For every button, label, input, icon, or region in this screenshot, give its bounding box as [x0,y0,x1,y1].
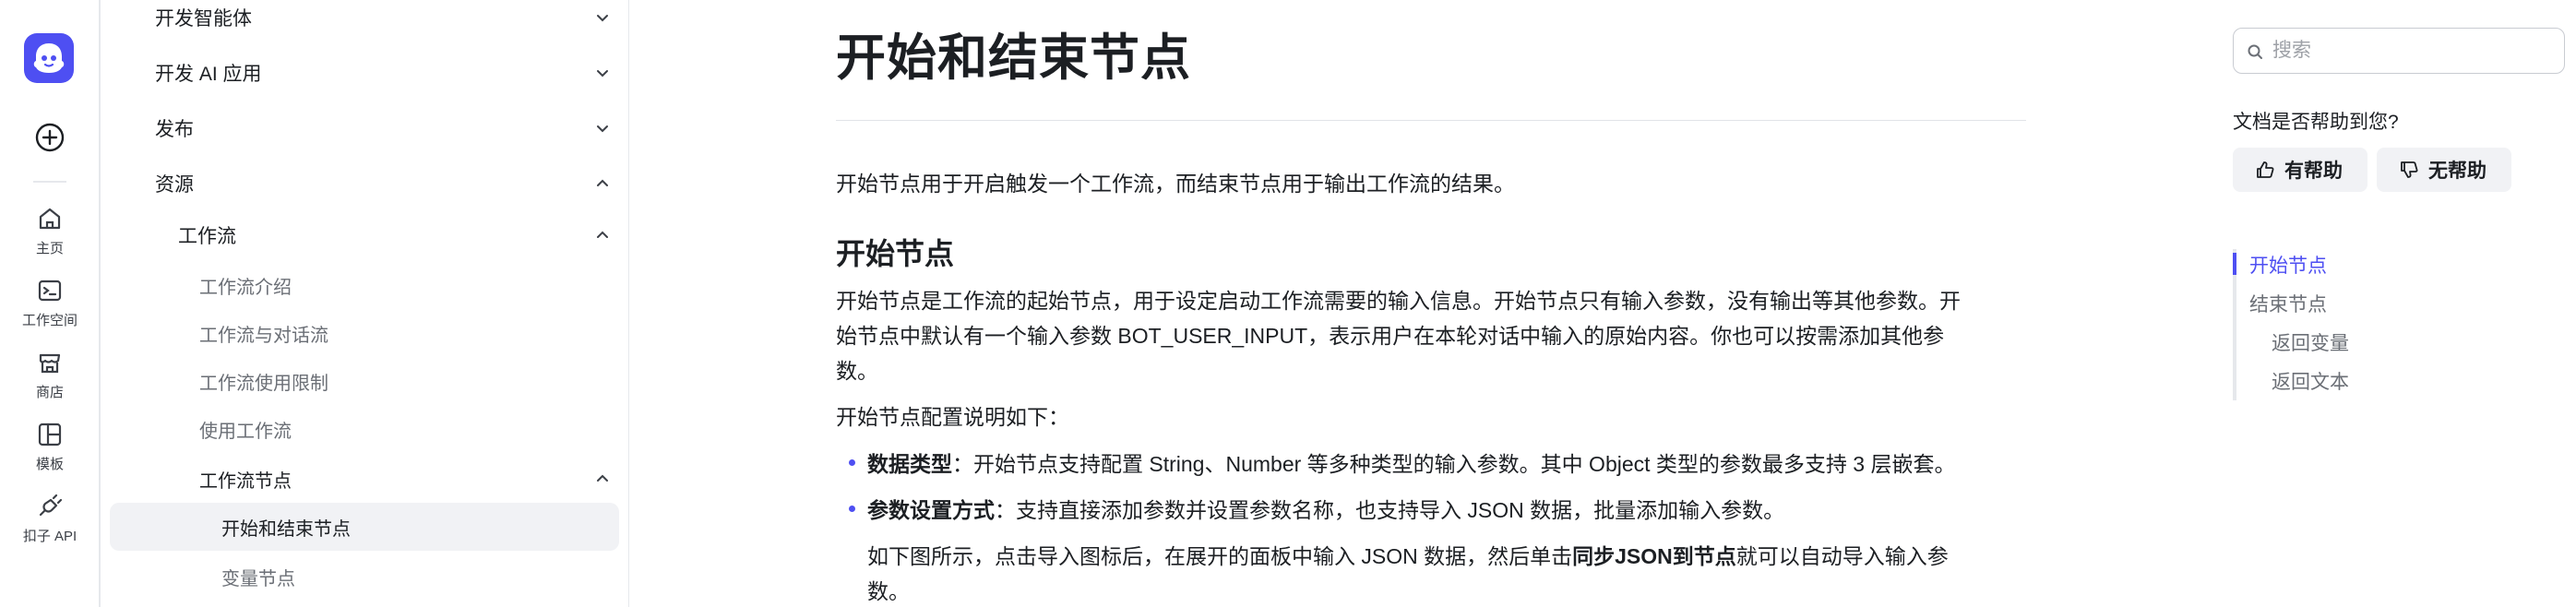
section-paragraph-line: 开始节点是工作流的起始节点，用于设定启动工作流需要的输入信息。开始节点只有输入参… [836,289,1961,313]
nav-item-workflow-intro[interactable]: 工作流介绍 [101,261,630,309]
api-icon [39,494,63,517]
toc-item-end-node[interactable]: 结束节点 [2249,290,2327,317]
rail-item-template[interactable]: 模板 [0,421,100,485]
section-heading: 开始节点 [836,237,955,270]
home-icon [39,208,61,230]
nav-item-start-end-node[interactable]: 开始和结束节点 [110,503,619,551]
intro-paragraph: 开始节点用于开启触发一个工作流，而结束节点用于输出工作流的结果。 [836,172,1515,196]
helpful-question: 文档是否帮助到您? [2233,112,2399,133]
nav-item-label: 工作流使用限制 [199,373,328,394]
nav-item-label: 开发智能体 [155,8,252,30]
rail-item-workspace[interactable]: 工作空间 [0,277,100,341]
bullet-dot [849,459,855,466]
store-icon [39,353,61,374]
create-plus-icon[interactable] [34,122,66,153]
bullet-item: 数据类型：开始节点支持配置 String、Number 等多种类型的输入参数。其… [867,446,1956,482]
search-box[interactable] [2233,28,2565,74]
nav-item-use-workflow[interactable]: 使用工作流 [101,405,630,453]
rail-item-label: 扣子 API [22,529,78,544]
nav-item-label: 开始和结束节点 [221,518,351,540]
bullet-item: 参数设置方式：支持直接添加参数并设置参数名称，也支持导入 JSON 数据，批量添… [867,493,1784,528]
chevron-down-icon [597,15,608,22]
helpful-no-label: 无帮助 [2428,161,2487,182]
bullet-dot [849,506,855,512]
docs-sidebar-nav: 开发智能体 开发 AI 应用 发布 资源 工作流 工作流介绍 工作流与对话流 工… [100,0,629,607]
section-paragraph-line: 数。 [836,359,878,383]
rail-item-api[interactable]: 扣子 API [0,493,100,557]
coze-logo-icon[interactable] [24,33,74,83]
chevron-up-icon [597,474,608,482]
nav-item-workflow[interactable]: 工作流 [101,211,630,259]
nav-item-publish[interactable]: 发布 [101,104,630,152]
rail-item-store[interactable]: 商店 [0,349,100,413]
nav-item-workflow-vs-chatflow[interactable]: 工作流与对话流 [101,309,630,357]
nav-item-label: 开发 AI 应用 [155,64,262,85]
thumbs-up-icon [2257,161,2274,178]
bullet-text: ：开始节点支持配置 String、Number 等多种类型的输入参数。其中 Ob… [952,452,1956,476]
toc-item-return-variable[interactable]: 返回变量 [2272,328,2349,356]
chevron-up-icon [597,231,608,238]
rail-item-label: 工作空间 [21,313,78,328]
chevron-down-icon [597,125,608,133]
nav-item-label: 工作流与对话流 [199,325,328,346]
template-icon [38,423,62,446]
helpful-yes-label: 有帮助 [2284,161,2343,182]
bullet-text: ：支持直接添加参数并设置参数名称，也支持导入 JSON 数据，批量添加输入参数。 [995,498,1785,522]
sync-json-term: 同步JSON到节点 [1572,544,1736,568]
search-icon [2248,44,2262,59]
import-note-text: 就可以自动导入输入参 [1735,544,1949,568]
config-intro: 开始节点配置说明如下： [836,405,1069,429]
nav-item-label: 工作流 [178,226,236,247]
toc-active-marker [2233,253,2236,275]
rail-item-home[interactable]: 主页 [0,205,100,269]
workspace-icon [38,280,62,302]
nav-item-label: 使用工作流 [199,421,292,442]
chevron-down-icon [597,70,608,77]
helpful-no-button[interactable]: 无帮助 [2377,148,2511,192]
thumbs-down-icon [2401,161,2418,178]
nav-item-label: 工作流介绍 [199,277,292,298]
nav-item-workflow-limits[interactable]: 工作流使用限制 [101,357,630,405]
bullet-term: 参数设置方式 [867,498,995,522]
nav-item-workflow-nodes[interactable]: 工作流节点 [101,455,630,503]
toc-item-start-node[interactable]: 开始节点 [2249,251,2327,279]
rail-divider [33,181,66,183]
nav-item-label: 发布 [155,119,194,140]
bullet-term: 数据类型 [867,452,952,476]
import-note-line: 数。 [867,579,910,603]
nav-item-variable-node[interactable]: 变量节点 [101,553,630,601]
nav-item-label: 工作流节点 [199,470,292,492]
chevron-up-icon [597,179,608,186]
import-note-line: 如下图所示，点击导入图标后，在展开的面板中输入 JSON 数据，然后单击同步JS… [867,539,1949,574]
nav-item-dev-ai-app[interactable]: 开发 AI 应用 [101,49,630,97]
nav-item-resources[interactable]: 资源 [101,160,630,208]
search-input[interactable] [2272,36,2549,65]
nav-item-dev-agent[interactable]: 开发智能体 [101,0,630,42]
title-divider [836,120,2026,121]
rail-item-label: 模板 [35,457,64,472]
rail-item-label: 主页 [35,241,64,256]
import-note-text: 如下图所示，点击导入图标后，在展开的面板中输入 JSON 数据，然后单击 [867,544,1573,568]
rail-item-label: 商店 [35,385,64,400]
helpful-yes-button[interactable]: 有帮助 [2233,148,2367,192]
page-title: 开始和结束节点 [836,30,1191,86]
section-paragraph-line: 始节点中默认有一个输入参数 BOT_USER_INPUT，表示用户在本轮对话中输… [836,324,1945,348]
left-rail: 主页 工作空间 商店 模板 扣子 API [0,0,100,607]
toc-item-return-text[interactable]: 返回文本 [2272,367,2349,395]
nav-item-label: 资源 [155,174,194,196]
nav-item-label: 变量节点 [221,568,295,589]
